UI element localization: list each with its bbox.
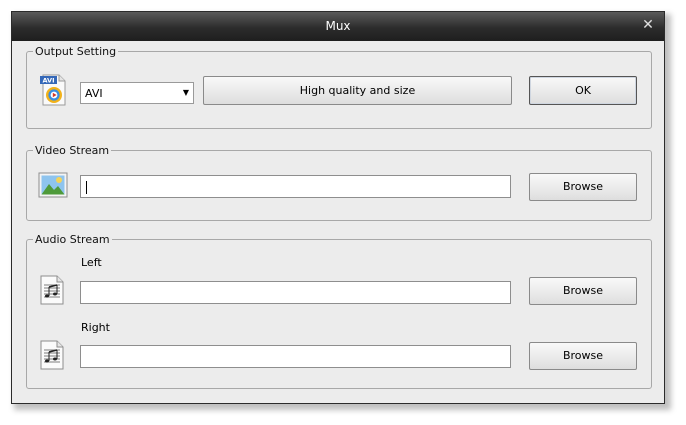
- audio-file-icon: [40, 340, 64, 370]
- mux-dialog: Mux ✕ Output Setting AVI AVI ▼ High qual…: [11, 11, 665, 404]
- video-path-input[interactable]: [80, 175, 511, 198]
- video-stream-legend: Video Stream: [35, 144, 110, 157]
- text-caret: [86, 181, 87, 194]
- chevron-down-icon[interactable]: ▼: [183, 88, 189, 97]
- audio-left-browse-button[interactable]: Browse: [529, 277, 637, 305]
- video-browse-button[interactable]: Browse: [529, 173, 637, 201]
- ok-button[interactable]: OK: [529, 76, 637, 105]
- format-select-value: AVI: [85, 87, 103, 100]
- output-setting-legend: Output Setting: [35, 45, 117, 58]
- quality-button[interactable]: High quality and size: [203, 76, 512, 105]
- audio-right-input[interactable]: [80, 345, 511, 368]
- avi-file-icon: AVI: [40, 74, 68, 106]
- audio-left-input[interactable]: [80, 281, 511, 304]
- format-select[interactable]: AVI ▼: [80, 82, 194, 104]
- right-channel-label: Right: [81, 321, 110, 334]
- image-file-icon: [38, 172, 68, 198]
- audio-stream-legend: Audio Stream: [35, 233, 110, 246]
- window-title: Mux: [325, 19, 351, 33]
- left-channel-label: Left: [81, 256, 102, 269]
- close-icon[interactable]: ✕: [640, 17, 656, 33]
- avi-badge-text: AVI: [42, 77, 54, 85]
- title-bar[interactable]: Mux ✕: [12, 12, 664, 41]
- audio-right-browse-button[interactable]: Browse: [529, 342, 637, 370]
- audio-file-icon: [40, 275, 64, 305]
